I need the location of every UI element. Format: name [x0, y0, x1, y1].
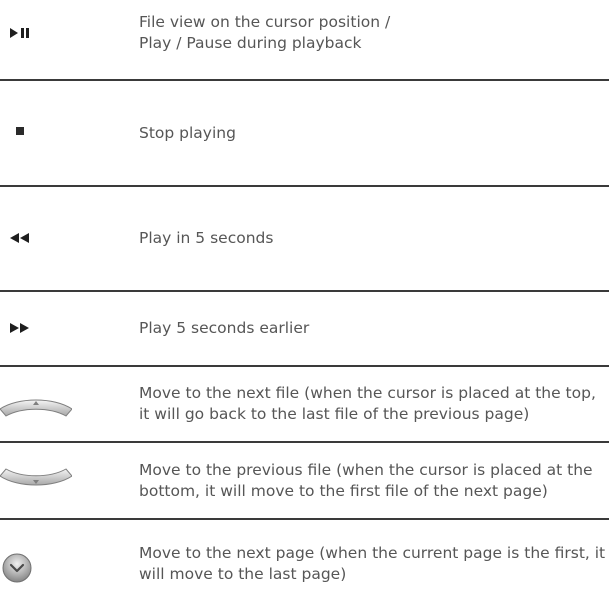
round-down-button-icon [2, 553, 32, 583]
description-text: Move to the next page (when the current … [139, 544, 606, 583]
description-text: Play 5 seconds earlier [139, 319, 310, 337]
stop-icon [16, 127, 24, 135]
table-row-fast-forward: Play 5 seconds earlier [0, 292, 609, 365]
row-description: File view on the cursor position / Play … [139, 8, 609, 58]
row-description: Play in 5 seconds [139, 187, 609, 290]
row-description: Move to the next file (when the cursor i… [139, 367, 609, 441]
icon-cell [0, 187, 120, 290]
rewind-icon [10, 232, 29, 243]
play-pause-icon [10, 28, 29, 38]
description-line-1: File view on the cursor position / [139, 13, 391, 31]
description-text: Move to the next file (when the cursor i… [139, 384, 596, 423]
table-row-stop: Stop playing [0, 81, 609, 185]
icon-cell [0, 367, 120, 441]
table-row-previous-file: Move to the previous file (when the curs… [0, 443, 609, 518]
table-row-play-pause: File view on the cursor position / Play … [0, 0, 609, 80]
row-description: Move to the next page (when the current … [139, 520, 609, 608]
icon-cell [0, 0, 120, 66]
table-row-next-file: Move to the next file (when the cursor i… [0, 367, 609, 441]
description-text: Move to the previous file (when the curs… [139, 460, 593, 500]
icon-cell [0, 520, 120, 608]
row-description: Play 5 seconds earlier [139, 292, 609, 365]
description-text: Play in 5 seconds [139, 229, 274, 247]
table-row-rewind: Play in 5 seconds [0, 187, 609, 290]
up-arc-button-icon [0, 399, 72, 417]
icon-cell [0, 81, 120, 185]
description-line-2: Play / Pause during playback [139, 34, 362, 52]
row-description: Stop playing [139, 81, 609, 185]
row-description: Move to the previous file (when the curs… [139, 443, 609, 518]
description-text: Stop playing [139, 123, 236, 142]
icon-cell [0, 443, 120, 518]
down-arc-button-icon [0, 467, 72, 485]
table-row-next-page: Move to the next page (when the current … [0, 520, 609, 608]
fast-forward-icon [10, 322, 29, 333]
control-help-table: File view on the cursor position / Play … [0, 0, 609, 608]
icon-cell [0, 292, 120, 365]
